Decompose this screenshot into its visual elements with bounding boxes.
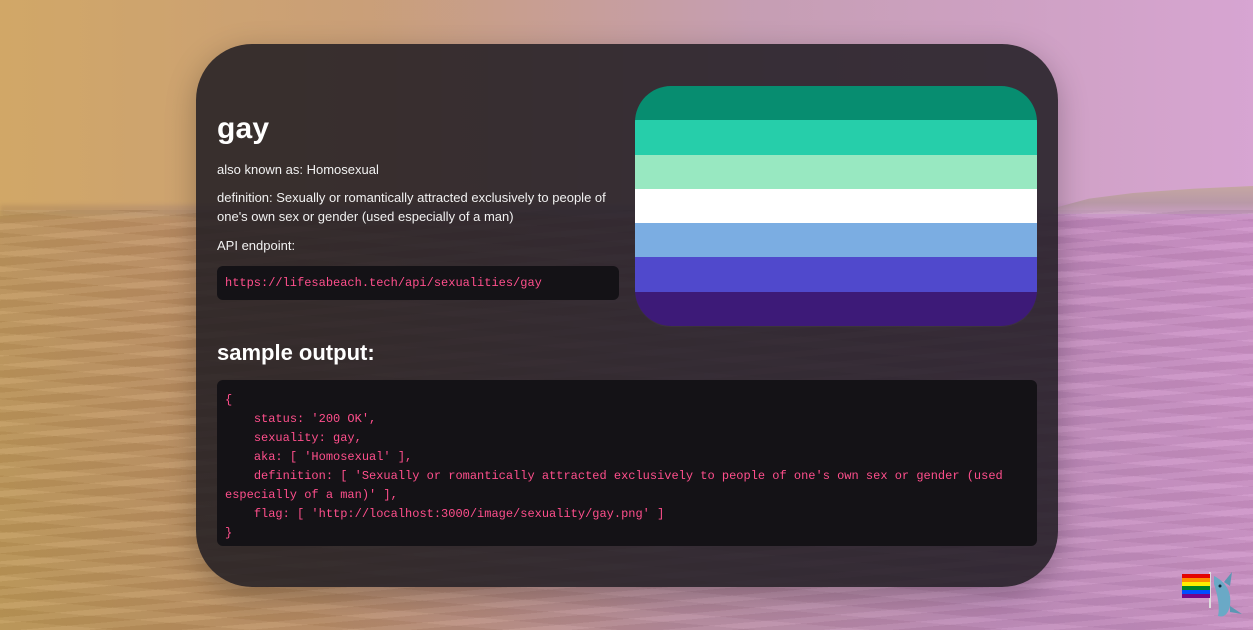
- flag-stripe-1: [635, 86, 1037, 121]
- page-title: gay: [217, 112, 270, 145]
- sample-output-code: { status: '200 OK', sexuality: gay, aka:…: [225, 393, 1003, 540]
- pride-flag: [635, 86, 1037, 326]
- sample-output-box: { status: '200 OK', sexuality: gay, aka:…: [217, 380, 1037, 546]
- api-endpoint-url[interactable]: https://lifesabeach.tech/api/sexualities…: [225, 276, 542, 290]
- api-endpoint-label: API endpoint:: [217, 238, 296, 253]
- mascot-graphic: [1182, 572, 1242, 617]
- shark-with-rainbow-flag-icon: [1180, 566, 1250, 620]
- flag-stripe-3: [635, 154, 1037, 189]
- flag-stripe-4: [635, 188, 1037, 224]
- definition-text: definition: Sexually or romantically att…: [217, 190, 606, 224]
- flag-stripe-5: [635, 223, 1037, 258]
- also-known-as: also known as: Homosexual: [217, 162, 379, 177]
- sample-output-title: sample output:: [217, 340, 375, 365]
- flag-stripe-2: [635, 120, 1037, 155]
- flag-stripe-7: [635, 291, 1037, 326]
- flag-stripe-6: [635, 257, 1037, 292]
- api-endpoint-box[interactable]: https://lifesabeach.tech/api/sexualities…: [217, 266, 619, 300]
